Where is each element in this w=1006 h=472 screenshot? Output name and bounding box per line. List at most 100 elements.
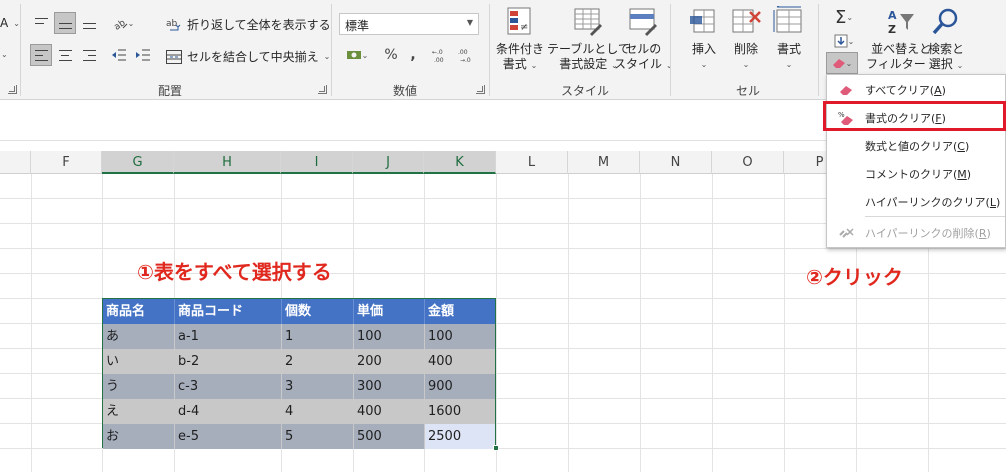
chevron-down-icon: ▼ [466,18,473,27]
table-cell[interactable]: 300 [354,374,425,399]
table-cell[interactable]: 2 [282,349,354,374]
magnifier-icon [930,6,962,38]
number-dialog-launcher-icon[interactable] [476,85,485,94]
increase-decimal-button[interactable]: ←.0.00 [430,44,452,66]
table-cell[interactable]: 200 [354,349,425,374]
font-color-button[interactable]: A ⌄ [0,16,20,30]
menu-item-clear-hyperlinks[interactable]: ハイパーリンクのクリア(L) [827,189,1005,214]
table-cell[interactable]: 400 [425,349,495,374]
menu-item-clear-contents[interactable]: 数式と値のクリア(C) [827,133,1005,158]
table-cell[interactable]: 500 [354,424,425,449]
table-cell[interactable]: い [103,349,175,374]
align-right-icon [82,49,96,61]
comma-style-button[interactable]: , [402,44,424,66]
wrap-text-button[interactable]: ab 折り返して全体を表示する [166,16,331,33]
column-header-partial[interactable] [0,151,31,174]
table-header-cell[interactable]: 商品名 [103,299,175,324]
align-center-button[interactable] [54,44,76,66]
column-header-k[interactable]: K [424,151,496,174]
chevron-down-icon: ⌄ [13,18,20,28]
align-right-button[interactable] [78,44,100,66]
table-cell[interactable]: え [103,399,175,424]
table-cell[interactable]: b-2 [175,349,282,374]
sort-filter-button[interactable]: AZ 並べ替えと フィルター ⌄ [866,6,936,73]
orientation-button[interactable]: ab ⌄ [106,12,140,34]
data-table[interactable]: 商品名 商品コード 個数 単価 金額 あ a-1 1 100 100 い b-2… [102,298,496,449]
dialog-launcher-icon[interactable] [8,85,17,94]
align-bottom-button[interactable] [78,12,100,34]
table-header-cell[interactable]: 個数 [282,299,354,324]
conditional-format-icon: ≠ [504,6,536,38]
fill-handle[interactable] [493,445,499,451]
align-left-button[interactable] [30,44,52,66]
conditional-format-button[interactable]: ≠ 条件付き 書式 ⌄ [496,6,544,73]
column-header-g[interactable]: G [102,151,174,174]
menu-separator [865,216,1005,217]
table-cell[interactable]: 100 [425,324,495,349]
column-header-l[interactable]: L [496,151,568,174]
merge-center-button[interactable]: セルを結合して中央揃え ⌄ [166,48,330,65]
sigma-icon: Σ [834,6,847,28]
table-cell[interactable]: 100 [354,324,425,349]
group-separator [489,4,490,96]
table-cell[interactable]: e-5 [175,424,282,449]
autosum-button[interactable]: Σ ⌄ [826,6,862,28]
table-cell[interactable]: c-3 [175,374,282,399]
cell-styles-button[interactable]: セルの スタイル ⌄ [614,6,673,73]
cell-styles-icon [627,6,659,38]
table-cell[interactable]: う [103,374,175,399]
table-cell[interactable]: 4 [282,399,354,424]
menu-item-clear-all[interactable]: すべてクリア(A) [827,77,1005,102]
menu-item-clear-comments[interactable]: コメントのクリア(M) [827,161,1005,186]
column-header-m[interactable]: M [568,151,640,174]
column-header-o[interactable]: O [712,151,784,174]
column-header-f[interactable]: F [31,151,102,174]
column-header-h[interactable]: H [174,151,281,174]
column-header-j[interactable]: J [353,151,424,174]
table-row: あ a-1 1 100 100 [103,324,495,349]
align-left-icon [34,49,48,61]
table-cell[interactable]: あ [103,324,175,349]
decrease-decimal-button[interactable]: .00 →.0 [456,44,478,66]
percent-button[interactable]: % [380,44,402,66]
table-cell[interactable]: a-1 [175,324,282,349]
increase-indent-button[interactable] [132,44,154,66]
table-cell[interactable]: 5 [282,424,354,449]
menu-item-remove-hyperlinks: ハイパーリンクの削除(R) [827,220,1005,245]
insert-cells-button[interactable]: 挿入 ⌄ [688,6,720,72]
currency-icon [346,51,361,59]
align-middle-button[interactable] [54,12,76,34]
table-header-cell[interactable]: 商品コード [175,299,282,324]
table-cell[interactable]: d-4 [175,399,282,424]
align-top-button[interactable] [30,12,52,34]
format-cells-button[interactable]: 書式 ⌄ [773,4,805,72]
annotation-step2: ②クリック [806,265,903,289]
sort-filter-icon: AZ [885,6,917,38]
annotation-step1: ①表をすべて選択する [137,260,332,284]
number-format-select[interactable]: 標準 ▼ [339,13,479,35]
fill-button[interactable]: ⌄ [826,30,862,52]
table-header-cell[interactable]: 単価 [354,299,425,324]
increase-decimal-icon: ←.0.00 [432,49,444,63]
clear-button[interactable]: ⌄ [826,52,858,74]
table-cell[interactable]: 400 [354,399,425,424]
delete-cells-button[interactable]: 削除 ⌄ [730,6,762,72]
column-header-i[interactable]: I [281,151,353,174]
table-cell[interactable]: 1600 [425,399,495,424]
find-select-button[interactable]: 検索と 選択 ⌄ [928,6,964,73]
table-header-cell[interactable]: 金額 [425,299,495,324]
table-cell[interactable]: お [103,424,175,449]
alignment-dialog-launcher-icon[interactable] [318,85,327,94]
table-cell[interactable]: 3 [282,374,354,399]
format-as-table-icon [572,6,604,38]
align-top-icon [34,17,48,29]
table-cell[interactable]: 900 [425,374,495,399]
decrease-indent-button[interactable] [108,44,130,66]
column-header-n[interactable]: N [640,151,712,174]
table-cell[interactable]: 1 [282,324,354,349]
delete-cells-icon [730,6,762,38]
active-cell[interactable]: 2500 [425,424,495,449]
chevron-down-icon: ⌄ [1,50,8,59]
currency-format-button[interactable]: ⌄ [340,44,374,66]
svg-text:←.0: ←.0 [432,49,443,56]
